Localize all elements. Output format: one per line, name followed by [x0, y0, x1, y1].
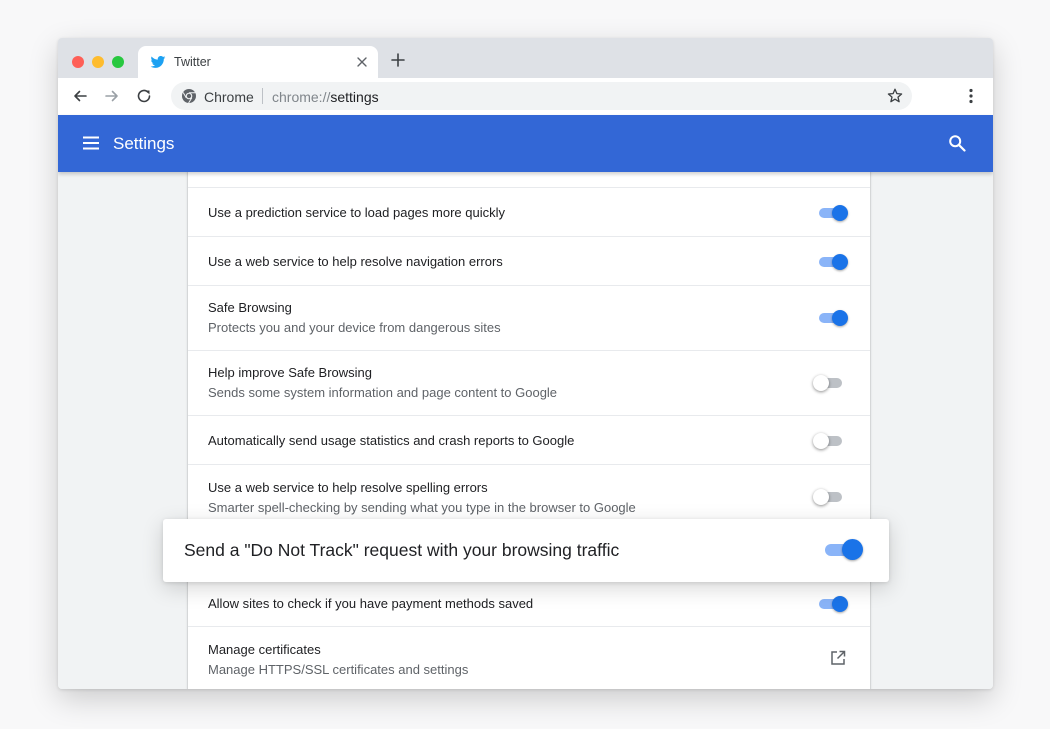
url-prefix: chrome:// — [272, 89, 331, 105]
toggle-knob — [832, 205, 848, 221]
improve-safe-browsing-toggle[interactable] — [813, 373, 847, 393]
tab-twitter[interactable]: Twitter — [138, 46, 378, 78]
toggle-knob — [813, 375, 829, 391]
omnibox-divider — [262, 88, 263, 104]
do-not-track-toggle[interactable] — [822, 538, 864, 562]
spelling-errors-toggle[interactable] — [813, 487, 847, 507]
reload-icon[interactable] — [135, 87, 153, 105]
chrome-icon — [182, 89, 196, 104]
setting-title: Manage certificates — [208, 642, 321, 657]
search-icon[interactable] — [948, 134, 966, 152]
setting-title: Help improve Safe Browsing — [208, 365, 373, 380]
minimize-window-button[interactable] — [92, 56, 104, 68]
star-icon[interactable] — [886, 87, 904, 105]
setting-subtitle: Protects you and your device from danger… — [208, 320, 501, 335]
twitter-icon — [150, 56, 166, 68]
safe-browsing-toggle[interactable] — [816, 308, 850, 328]
tab-title: Twitter — [174, 55, 211, 69]
open-in-new-icon[interactable] — [829, 649, 847, 667]
toggle-knob — [832, 310, 848, 326]
setting-title: Safe Browsing — [208, 300, 292, 315]
privacy-settings-card: Use a prediction service to load pages m… — [188, 172, 870, 689]
setting-title: Automatically send usage statistics and … — [208, 433, 575, 448]
browser-window: Twitter Chrome chrome://settings Setting… — [58, 38, 993, 689]
setting-row-navigation-errors[interactable]: Use a web service to help resolve naviga… — [188, 236, 870, 285]
new-tab-icon[interactable] — [390, 52, 406, 68]
setting-row-prediction-service[interactable]: Use a prediction service to load pages m… — [188, 187, 870, 236]
omnibox-scheme-label: Chrome — [204, 89, 254, 105]
setting-subtitle: Sends some system information and page c… — [208, 385, 558, 400]
do-not-track-callout[interactable]: Send a "Do Not Track" request with your … — [163, 519, 889, 582]
setting-title: Use a web service to help resolve spelli… — [208, 480, 488, 495]
prediction-service-toggle[interactable] — [816, 203, 850, 223]
menu-dots-icon[interactable] — [962, 87, 980, 105]
setting-title: Use a web service to help resolve naviga… — [208, 254, 503, 269]
setting-row-usage-statistics[interactable]: Automatically send usage statistics and … — [188, 415, 870, 464]
page-title: Settings — [113, 134, 175, 153]
settings-header: Settings — [58, 115, 993, 172]
payment-methods-toggle[interactable] — [816, 594, 850, 614]
close-window-button[interactable] — [72, 56, 84, 68]
setting-row-payment-methods[interactable]: Allow sites to check if you have payment… — [188, 577, 870, 626]
setting-title: Allow sites to check if you have payment… — [208, 596, 534, 611]
setting-row-manage-certificates[interactable]: Manage certificates Manage HTTPS/SSL cer… — [188, 626, 870, 689]
url-path: settings — [330, 89, 379, 105]
setting-row-improve-safe-browsing[interactable]: Help improve Safe Browsing Sends some sy… — [188, 350, 870, 415]
omnibox-url: chrome://settings — [272, 89, 379, 105]
toggle-knob — [813, 489, 829, 505]
close-icon[interactable] — [354, 54, 370, 70]
setting-subtitle: Smarter spell-checking by sending what y… — [208, 500, 636, 515]
toggle-knob — [842, 539, 863, 560]
do-not-track-label: Send a "Do Not Track" request with your … — [184, 540, 620, 560]
usage-statistics-toggle[interactable] — [813, 431, 847, 451]
navigation-errors-toggle[interactable] — [816, 252, 850, 272]
address-bar[interactable]: Chrome chrome://settings — [171, 82, 912, 110]
setting-row-safe-browsing[interactable]: Safe Browsing Protects you and your devi… — [188, 285, 870, 350]
maximize-window-button[interactable] — [112, 56, 124, 68]
toggle-knob — [832, 254, 848, 270]
toggle-knob — [832, 596, 848, 612]
browser-toolbar: Chrome chrome://settings — [58, 78, 993, 115]
forward-icon[interactable] — [103, 87, 121, 105]
settings-content: Use a prediction service to load pages m… — [58, 172, 993, 689]
tab-strip: Twitter — [58, 38, 993, 78]
setting-title: Use a prediction service to load pages m… — [208, 205, 505, 220]
setting-subtitle: Manage HTTPS/SSL certificates and settin… — [208, 662, 469, 677]
back-icon[interactable] — [71, 87, 89, 105]
hamburger-icon[interactable] — [82, 135, 100, 151]
toggle-knob — [813, 433, 829, 449]
